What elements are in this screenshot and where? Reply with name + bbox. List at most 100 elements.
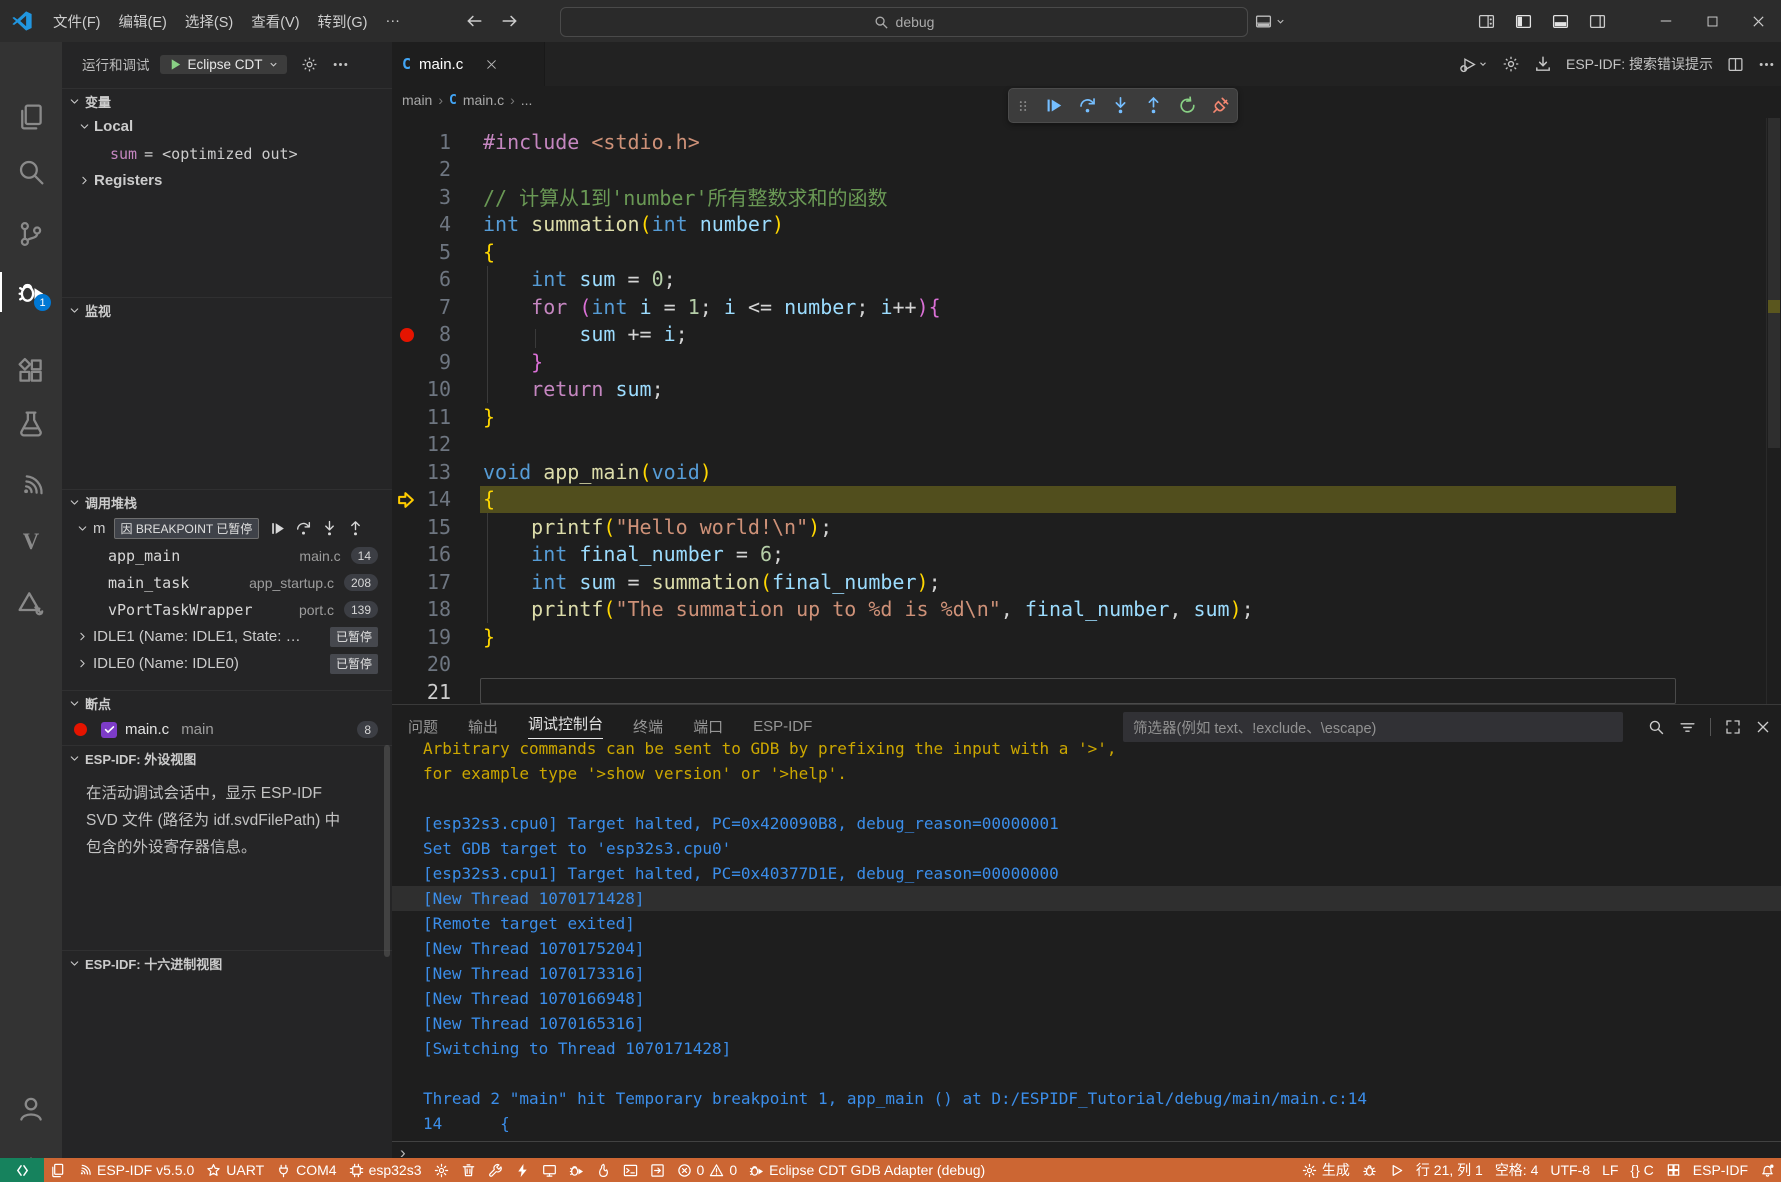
toggle-panel-icon[interactable] bbox=[1544, 13, 1577, 30]
status-encoding[interactable]: UTF-8 bbox=[1544, 1158, 1596, 1182]
panel-search-icon[interactable] bbox=[1648, 719, 1665, 736]
code-line-12[interactable]: 12 bbox=[392, 431, 1767, 459]
stack-frame-main_task[interactable]: main_taskapp_startup.c208 bbox=[62, 569, 392, 596]
launch-config-dropdown[interactable]: Eclipse CDT bbox=[160, 55, 287, 74]
thread-step-over-icon[interactable] bbox=[295, 520, 312, 537]
activity-account[interactable] bbox=[0, 1083, 62, 1135]
continue-icon[interactable] bbox=[1044, 96, 1063, 115]
tree-row[interactable]: Registers bbox=[62, 167, 392, 194]
panel-tab-调试控制台[interactable]: 调试控制台 bbox=[528, 713, 603, 739]
status-active-debug-session[interactable]: Eclipse CDT GDB Adapter (debug) bbox=[743, 1158, 991, 1182]
code-line-6[interactable]: 6 int sum = 0; bbox=[392, 266, 1767, 294]
code-line-13[interactable]: 13void app_main(void) bbox=[392, 458, 1767, 486]
layout-control-icon[interactable] bbox=[1255, 13, 1286, 30]
stack-frame-vPortTaskWrapper[interactable]: vPortTaskWrapperport.c139 bbox=[62, 596, 392, 623]
minimize-button[interactable] bbox=[1643, 0, 1689, 42]
activity-source-control[interactable] bbox=[0, 208, 62, 260]
line-number[interactable]: 19 bbox=[392, 625, 451, 649]
code-line-10[interactable]: 10 return sum; bbox=[392, 376, 1767, 404]
menu-5[interactable]: 转到(G) bbox=[309, 0, 377, 42]
status-espidf-version[interactable]: ESP-IDF v5.5.0 bbox=[71, 1158, 200, 1182]
panel-tab-输出[interactable]: 输出 bbox=[468, 716, 498, 737]
line-number[interactable]: 20 bbox=[392, 652, 451, 676]
close-panel-icon[interactable] bbox=[1755, 719, 1771, 735]
panel-tab-终端[interactable]: 终端 bbox=[633, 716, 663, 737]
status-debug[interactable] bbox=[563, 1158, 590, 1182]
line-number[interactable]: 5 bbox=[392, 240, 451, 264]
line-number[interactable]: 21 bbox=[392, 680, 451, 704]
thread-row[interactable]: IDLE0 (Name: IDLE0)已暂停 bbox=[62, 650, 392, 677]
activity-search[interactable] bbox=[0, 146, 62, 198]
status-uart-method[interactable]: UART bbox=[200, 1158, 270, 1182]
breadcrumb[interactable]: main › C main.c › ... bbox=[402, 86, 532, 114]
activity-run-debug[interactable] bbox=[0, 266, 62, 318]
status-monitor[interactable] bbox=[536, 1158, 563, 1182]
activity-esp-adapter[interactable] bbox=[0, 577, 62, 629]
split-editor-icon[interactable] bbox=[1727, 56, 1744, 73]
status-eol[interactable]: LF bbox=[1596, 1158, 1624, 1182]
status-terminal[interactable] bbox=[617, 1158, 644, 1182]
line-number[interactable]: 15 bbox=[392, 515, 451, 539]
status-build-task[interactable]: 生成 bbox=[1296, 1158, 1356, 1182]
status-full-clean[interactable] bbox=[455, 1158, 482, 1182]
maximize-button[interactable] bbox=[1689, 0, 1735, 42]
code-line-18[interactable]: 18 printf("The summation up to %d is %d\… bbox=[392, 596, 1767, 624]
filter-list-icon[interactable] bbox=[1679, 719, 1696, 736]
thread-row[interactable]: IDLE1 (Name: IDLE1, State: R...已暂停 bbox=[62, 623, 392, 650]
status-build-flash-monitor[interactable] bbox=[590, 1158, 617, 1182]
panel-tab-问题[interactable]: 问题 bbox=[408, 716, 438, 737]
line-number[interactable]: 9 bbox=[392, 350, 451, 374]
status-remote-indicator[interactable] bbox=[0, 1158, 44, 1182]
tree-row[interactable]: sum= <optimized out> bbox=[62, 140, 392, 167]
breakpoint-checkbox[interactable] bbox=[101, 722, 117, 738]
line-number[interactable]: 10 bbox=[392, 377, 451, 401]
code-line-9[interactable]: 9 } bbox=[392, 348, 1767, 376]
section-watch[interactable]: 监视 bbox=[62, 297, 392, 322]
breakpoint-glyph-icon[interactable] bbox=[400, 328, 414, 342]
menu-2[interactable]: 编辑(E) bbox=[110, 0, 176, 42]
status-espidf-extension[interactable]: ESP-IDF bbox=[1687, 1158, 1754, 1182]
activity-explorer[interactable] bbox=[0, 91, 62, 143]
panel-tab-ESP-IDF[interactable]: ESP-IDF bbox=[753, 718, 812, 735]
thread-step-out-icon[interactable] bbox=[347, 520, 364, 537]
thread-continue-icon[interactable] bbox=[269, 520, 286, 537]
code-line-17[interactable]: 17 int sum = summation(final_number); bbox=[392, 568, 1767, 596]
menu-4[interactable]: 查看(V) bbox=[242, 0, 308, 42]
line-number[interactable]: 2 bbox=[392, 157, 451, 181]
status-device-target[interactable]: esp32s3 bbox=[343, 1158, 428, 1182]
code-line-16[interactable]: 16 int final_number = 6; bbox=[392, 541, 1767, 569]
thread-step-into-icon[interactable] bbox=[321, 520, 338, 537]
nav-forward-icon[interactable] bbox=[501, 12, 519, 30]
console-filter-input[interactable]: 筛选器(例如 text、!exclude、\escape) bbox=[1123, 712, 1623, 742]
status-language-mode[interactable]: {} C bbox=[1624, 1158, 1659, 1182]
breadcrumb-file[interactable]: main.c bbox=[463, 92, 504, 108]
gear-icon[interactable] bbox=[1502, 55, 1520, 73]
activity-testing[interactable] bbox=[0, 398, 62, 450]
status-open-folder[interactable] bbox=[44, 1158, 71, 1182]
code-line-8[interactable]: 8 sum += i; bbox=[392, 321, 1767, 349]
code-line-5[interactable]: 5{ bbox=[392, 238, 1767, 266]
panel-tab-端口[interactable]: 端口 bbox=[693, 716, 723, 737]
step-over-icon[interactable] bbox=[1078, 96, 1097, 115]
code-line-7[interactable]: 7 for (int i = 1; i <= number; i++){ bbox=[392, 293, 1767, 321]
restart-icon[interactable] bbox=[1178, 96, 1197, 115]
activity-espressif[interactable] bbox=[0, 460, 62, 512]
sidebar-scrollbar[interactable] bbox=[384, 745, 390, 957]
line-number[interactable]: 4 bbox=[392, 212, 451, 236]
tree-row[interactable]: Local bbox=[62, 113, 392, 140]
command-center-search[interactable]: debug bbox=[560, 7, 1248, 37]
status-cursor-position[interactable]: 行 21, 列 1 bbox=[1410, 1158, 1489, 1182]
line-number[interactable]: 7 bbox=[392, 295, 451, 319]
code-editor[interactable]: 1#include <stdio.h>23// 计算从1到'number'所有整… bbox=[392, 118, 1767, 704]
line-number[interactable]: 12 bbox=[392, 432, 451, 456]
editor-more-actions-icon[interactable] bbox=[1758, 56, 1775, 73]
line-number[interactable]: 6 bbox=[392, 267, 451, 291]
code-line-15[interactable]: 15 printf("Hello world!\n"); bbox=[392, 513, 1767, 541]
tree-row[interactable]: main.cmain8 bbox=[62, 716, 392, 743]
stack-frame-app_main[interactable]: app_mainmain.c14 bbox=[62, 542, 392, 569]
menu-1[interactable]: 文件(F) bbox=[44, 0, 110, 42]
code-line-11[interactable]: 11} bbox=[392, 403, 1767, 431]
status-notifications[interactable] bbox=[1754, 1158, 1781, 1182]
close-window-button[interactable] bbox=[1735, 0, 1781, 42]
status-commands[interactable] bbox=[644, 1158, 671, 1182]
